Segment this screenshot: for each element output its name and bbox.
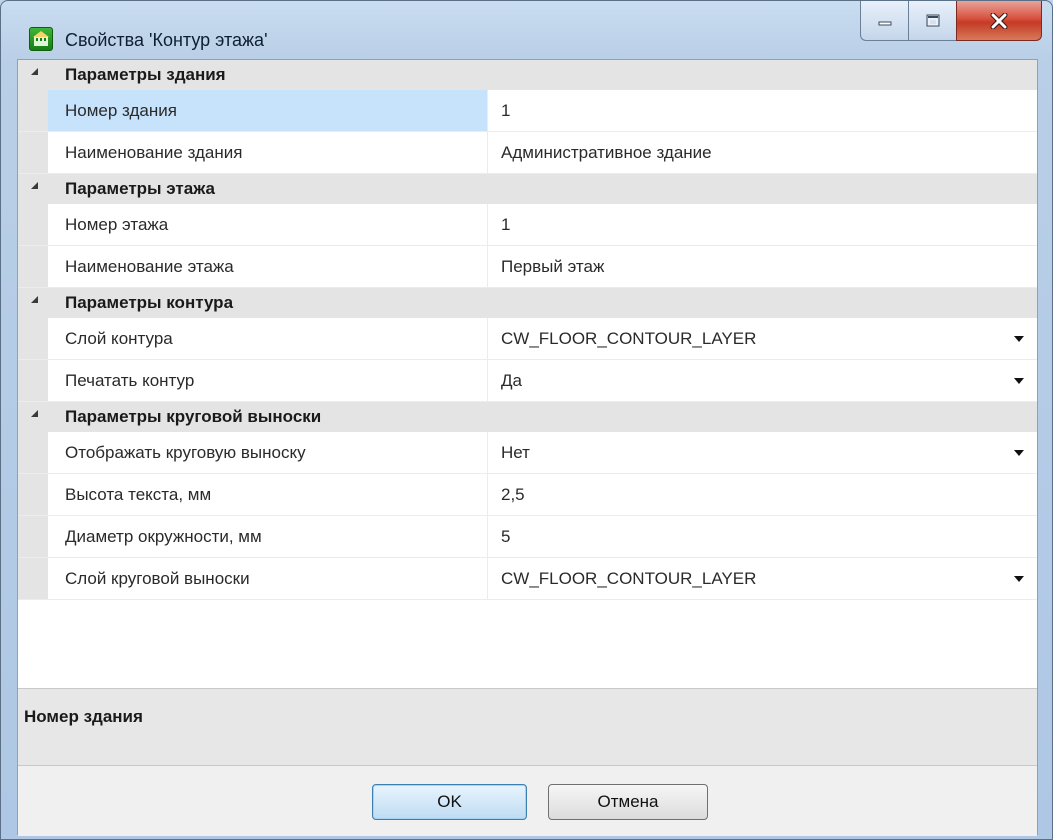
row-gutter bbox=[18, 90, 48, 131]
property-row-callout-layer[interactable]: Слой круговой выноски CW_FLOOR_CONTOUR_L… bbox=[18, 558, 1037, 600]
dropdown-selected-value: CW_FLOOR_CONTOUR_LAYER bbox=[501, 569, 757, 588]
row-gutter bbox=[18, 516, 48, 557]
category-label: Параметры контура bbox=[65, 293, 234, 312]
title-bar[interactable]: Свойства 'Контур этажа' bbox=[1, 1, 1052, 59]
property-dropdown-value[interactable]: Нет bbox=[488, 432, 1037, 473]
property-dropdown-value[interactable]: CW_FLOOR_CONTOUR_LAYER bbox=[488, 558, 1037, 599]
category-contour-params[interactable]: Параметры контура bbox=[18, 288, 1037, 318]
property-name[interactable]: Наименование этажа bbox=[48, 246, 488, 287]
property-row-floor-number[interactable]: Номер этажа 1 bbox=[18, 204, 1037, 246]
property-value[interactable]: Первый этаж bbox=[488, 246, 1037, 287]
category-building-params[interactable]: Параметры здания bbox=[18, 60, 1037, 90]
properties-window: Свойства 'Контур этажа' Параметры здания… bbox=[0, 0, 1053, 840]
row-gutter bbox=[18, 432, 48, 473]
minimize-button[interactable] bbox=[860, 1, 908, 41]
category-floor-params[interactable]: Параметры этажа bbox=[18, 174, 1037, 204]
property-row-building-number[interactable]: Номер здания 1 bbox=[18, 90, 1037, 132]
row-gutter bbox=[18, 558, 48, 599]
property-name[interactable]: Слой круговой выноски bbox=[48, 558, 488, 599]
property-value[interactable]: 2,5 bbox=[488, 474, 1037, 515]
row-gutter bbox=[18, 132, 48, 173]
collapse-triangle-icon[interactable] bbox=[31, 410, 38, 417]
row-gutter bbox=[18, 360, 48, 401]
collapse-triangle-icon[interactable] bbox=[31, 296, 38, 303]
ok-button[interactable]: OK bbox=[372, 784, 527, 820]
dropdown-selected-value: CW_FLOOR_CONTOUR_LAYER bbox=[501, 329, 757, 348]
category-label: Параметры здания bbox=[65, 65, 226, 84]
property-row-floor-name[interactable]: Наименование этажа Первый этаж bbox=[18, 246, 1037, 288]
property-row-building-name[interactable]: Наименование здания Административное зда… bbox=[18, 132, 1037, 174]
property-dropdown-value[interactable]: Да bbox=[488, 360, 1037, 401]
category-callout-params[interactable]: Параметры круговой выноски bbox=[18, 402, 1037, 432]
dropdown-selected-value: Да bbox=[501, 371, 522, 390]
property-row-circle-diameter[interactable]: Диаметр окружности, мм 5 bbox=[18, 516, 1037, 558]
property-row-show-callout[interactable]: Отображать круговую выноску Нет bbox=[18, 432, 1037, 474]
property-name[interactable]: Отображать круговую выноску bbox=[48, 432, 488, 473]
property-name[interactable]: Наименование здания bbox=[48, 132, 488, 173]
property-value[interactable]: Административное здание bbox=[488, 132, 1037, 173]
property-name[interactable]: Слой контура bbox=[48, 318, 488, 359]
row-gutter bbox=[18, 246, 48, 287]
minimize-icon bbox=[878, 21, 891, 25]
close-button[interactable] bbox=[956, 1, 1042, 41]
category-label: Параметры этажа bbox=[65, 179, 215, 198]
dropdown-arrow-icon[interactable] bbox=[1014, 450, 1024, 456]
maximize-button[interactable] bbox=[908, 1, 956, 41]
property-grid: Параметры здания Номер здания 1 Наименов… bbox=[18, 60, 1037, 680]
collapse-triangle-icon[interactable] bbox=[31, 68, 38, 75]
property-name[interactable]: Высота текста, мм bbox=[48, 474, 488, 515]
property-name[interactable]: Диаметр окружности, мм bbox=[48, 516, 488, 557]
property-value[interactable]: 1 bbox=[488, 204, 1037, 245]
cancel-button[interactable]: Отмена bbox=[548, 784, 708, 820]
collapse-triangle-icon[interactable] bbox=[31, 182, 38, 189]
property-name[interactable]: Номер этажа bbox=[48, 204, 488, 245]
row-gutter bbox=[18, 474, 48, 515]
dropdown-selected-value: Нет bbox=[501, 443, 530, 462]
property-name[interactable]: Номер здания bbox=[48, 90, 488, 131]
close-icon bbox=[990, 12, 1008, 29]
window-title: Свойства 'Контур этажа' bbox=[65, 30, 268, 50]
row-gutter bbox=[18, 204, 48, 245]
property-row-contour-layer[interactable]: Слой контура CW_FLOOR_CONTOUR_LAYER bbox=[18, 318, 1037, 360]
dialog-buttons-bar: OK Отмена bbox=[18, 766, 1037, 836]
property-value[interactable]: 1 bbox=[488, 90, 1037, 131]
app-icon bbox=[29, 27, 53, 51]
dialog-content: Параметры здания Номер здания 1 Наименов… bbox=[17, 59, 1038, 836]
description-panel: Номер здания bbox=[18, 688, 1037, 766]
row-gutter bbox=[18, 318, 48, 359]
description-title: Номер здания bbox=[24, 707, 143, 726]
dropdown-arrow-icon[interactable] bbox=[1014, 576, 1024, 582]
property-value[interactable]: 5 bbox=[488, 516, 1037, 557]
property-dropdown-value[interactable]: CW_FLOOR_CONTOUR_LAYER bbox=[488, 318, 1037, 359]
dropdown-arrow-icon[interactable] bbox=[1014, 378, 1024, 384]
property-row-text-height[interactable]: Высота текста, мм 2,5 bbox=[18, 474, 1037, 516]
property-name[interactable]: Печатать контур bbox=[48, 360, 488, 401]
dropdown-arrow-icon[interactable] bbox=[1014, 336, 1024, 342]
caption-buttons bbox=[860, 1, 1042, 43]
category-label: Параметры круговой выноски bbox=[65, 407, 322, 426]
maximize-icon bbox=[926, 14, 939, 26]
property-row-print-contour[interactable]: Печатать контур Да bbox=[18, 360, 1037, 402]
